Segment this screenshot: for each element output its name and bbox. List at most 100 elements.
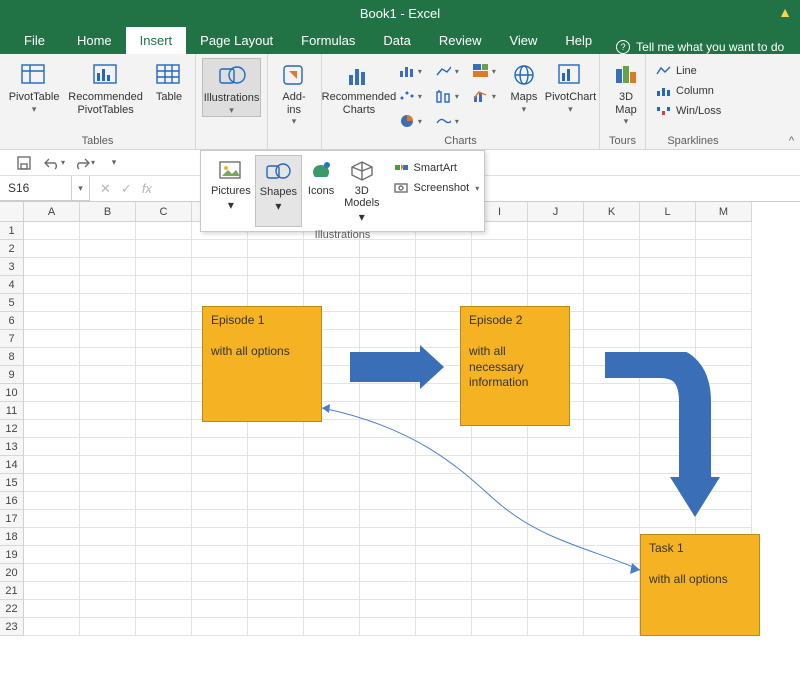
- column-header[interactable]: M: [696, 202, 752, 222]
- cell[interactable]: [24, 600, 80, 618]
- cell[interactable]: [248, 582, 304, 600]
- cell[interactable]: [304, 276, 360, 294]
- cell[interactable]: [24, 222, 80, 240]
- cell[interactable]: [696, 330, 752, 348]
- cell[interactable]: [24, 384, 80, 402]
- fx-button[interactable]: fx: [142, 181, 152, 196]
- tab-page-layout[interactable]: Page Layout: [186, 27, 287, 54]
- chart-scatter-button[interactable]: ▾: [394, 85, 426, 107]
- cell[interactable]: [192, 510, 248, 528]
- cell[interactable]: [24, 366, 80, 384]
- pivotchart-button[interactable]: PivotChart ▾: [548, 58, 593, 115]
- cell[interactable]: [192, 618, 248, 636]
- cell[interactable]: [24, 294, 80, 312]
- icons-button[interactable]: Icons: [302, 155, 340, 227]
- cell[interactable]: [80, 600, 136, 618]
- tab-view[interactable]: View: [495, 27, 551, 54]
- cell[interactable]: [80, 312, 136, 330]
- cell[interactable]: [248, 546, 304, 564]
- cell[interactable]: [192, 438, 248, 456]
- cell[interactable]: [80, 564, 136, 582]
- cell[interactable]: [136, 366, 192, 384]
- chart-hierarchy-button[interactable]: ▾: [468, 60, 500, 82]
- cell[interactable]: [24, 510, 80, 528]
- pivottable-button[interactable]: PivotTable ▾: [6, 58, 62, 115]
- row-header[interactable]: 12: [0, 420, 24, 438]
- cell[interactable]: [80, 294, 136, 312]
- row-header[interactable]: 7: [0, 330, 24, 348]
- row-header[interactable]: 20: [0, 564, 24, 582]
- cell[interactable]: [192, 276, 248, 294]
- maps-button[interactable]: Maps ▾: [504, 58, 544, 115]
- column-header[interactable]: J: [528, 202, 584, 222]
- cell[interactable]: [584, 330, 640, 348]
- tab-formulas[interactable]: Formulas: [287, 27, 369, 54]
- cell[interactable]: [24, 492, 80, 510]
- row-header[interactable]: 13: [0, 438, 24, 456]
- cell[interactable]: [248, 456, 304, 474]
- cell[interactable]: [136, 330, 192, 348]
- cell[interactable]: [80, 528, 136, 546]
- cell[interactable]: [640, 330, 696, 348]
- cell[interactable]: [192, 474, 248, 492]
- cell[interactable]: [360, 600, 416, 618]
- cell[interactable]: [192, 258, 248, 276]
- cell[interactable]: [80, 618, 136, 636]
- cell[interactable]: [24, 564, 80, 582]
- cell[interactable]: [80, 402, 136, 420]
- row-header[interactable]: 4: [0, 276, 24, 294]
- cell[interactable]: [24, 240, 80, 258]
- chart-line-button[interactable]: ▾: [431, 60, 463, 82]
- qat-customize-button[interactable]: ▾: [102, 153, 126, 173]
- save-button[interactable]: [12, 153, 36, 173]
- cell[interactable]: [80, 420, 136, 438]
- cell[interactable]: [528, 258, 584, 276]
- row-header[interactable]: 8: [0, 348, 24, 366]
- cell[interactable]: [192, 420, 248, 438]
- tab-insert[interactable]: Insert: [126, 27, 187, 54]
- cell[interactable]: [80, 384, 136, 402]
- cell[interactable]: [640, 258, 696, 276]
- row-header[interactable]: 14: [0, 456, 24, 474]
- cell[interactable]: [304, 600, 360, 618]
- cell[interactable]: [136, 384, 192, 402]
- cell[interactable]: [416, 276, 472, 294]
- cell[interactable]: [640, 294, 696, 312]
- cell[interactable]: [136, 618, 192, 636]
- cell[interactable]: [80, 546, 136, 564]
- cell[interactable]: [248, 420, 304, 438]
- cell[interactable]: [360, 618, 416, 636]
- name-box-dropdown[interactable]: ▾: [72, 176, 90, 201]
- enter-formula-button[interactable]: ✓: [121, 181, 132, 197]
- arrow-1[interactable]: [350, 352, 420, 382]
- cell[interactable]: [80, 438, 136, 456]
- cell[interactable]: [640, 276, 696, 294]
- cell[interactable]: [248, 492, 304, 510]
- cell[interactable]: [528, 618, 584, 636]
- select-all-corner[interactable]: [0, 202, 24, 222]
- cell[interactable]: [24, 546, 80, 564]
- cell[interactable]: [80, 276, 136, 294]
- cell[interactable]: [192, 600, 248, 618]
- cell[interactable]: [24, 582, 80, 600]
- cell[interactable]: [24, 276, 80, 294]
- cell[interactable]: [80, 258, 136, 276]
- cell[interactable]: [80, 330, 136, 348]
- row-header[interactable]: 19: [0, 546, 24, 564]
- column-header[interactable]: L: [640, 202, 696, 222]
- cell[interactable]: [136, 348, 192, 366]
- cell[interactable]: [248, 600, 304, 618]
- tab-home[interactable]: Home: [63, 27, 126, 54]
- cell[interactable]: [192, 456, 248, 474]
- cell[interactable]: [360, 330, 416, 348]
- tell-me[interactable]: ? Tell me what you want to do: [606, 40, 784, 54]
- cell[interactable]: [136, 546, 192, 564]
- cell[interactable]: [640, 312, 696, 330]
- row-header[interactable]: 22: [0, 600, 24, 618]
- cell[interactable]: [192, 582, 248, 600]
- cell[interactable]: [472, 618, 528, 636]
- cell[interactable]: [80, 492, 136, 510]
- row-header[interactable]: 17: [0, 510, 24, 528]
- cell[interactable]: [696, 240, 752, 258]
- sparkline-column-button[interactable]: Column: [652, 82, 725, 100]
